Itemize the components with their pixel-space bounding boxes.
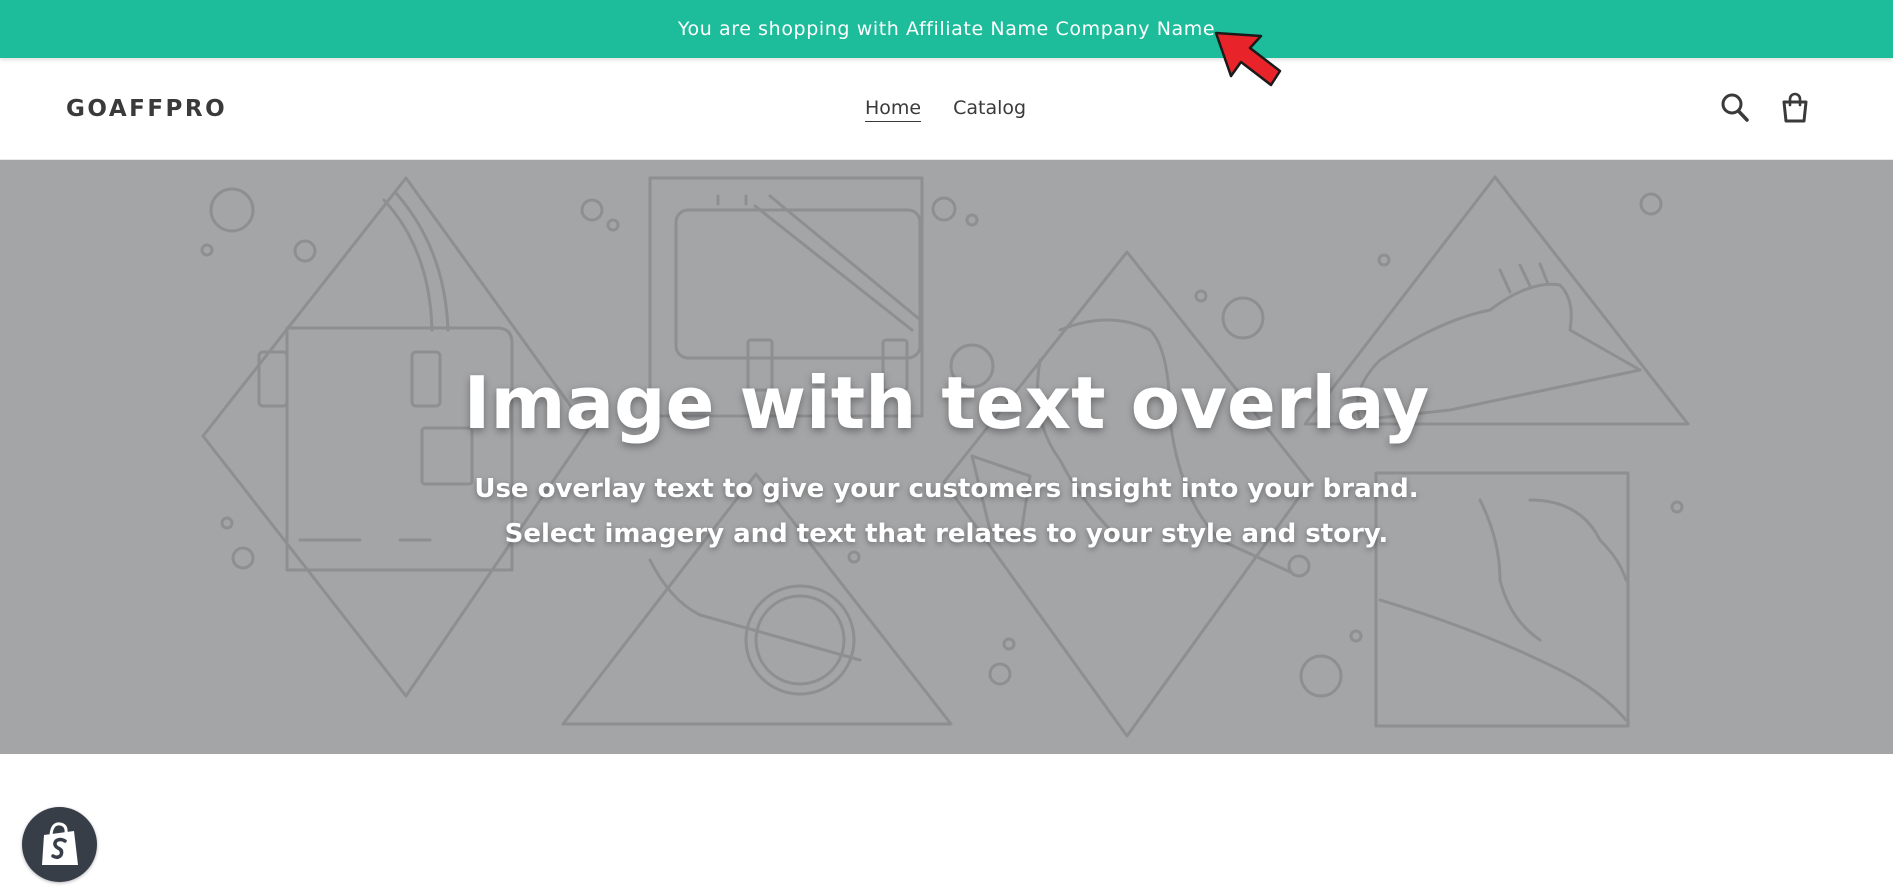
- hero-subtitle-line1: Use overlay text to give your customers …: [474, 474, 1419, 504]
- shopify-badge-button[interactable]: [22, 807, 97, 882]
- site-header: GOAFFPRO Home Catalog: [0, 58, 1893, 160]
- hero-title: Image with text overlay: [463, 361, 1430, 445]
- cart-icon: [1782, 92, 1808, 123]
- store-logo[interactable]: GOAFFPRO: [66, 96, 227, 122]
- shopify-bag-icon: [41, 821, 78, 865]
- cart-button[interactable]: [1780, 92, 1810, 128]
- search-button[interactable]: [1720, 92, 1750, 128]
- hero-subtitle: Use overlay text to give your customers …: [474, 467, 1418, 557]
- main-nav: Home Catalog: [865, 97, 1026, 122]
- hero-banner: Image with text overlay Use overlay text…: [0, 160, 1893, 754]
- nav-home[interactable]: Home: [865, 97, 922, 122]
- search-icon: [1721, 93, 1749, 122]
- nav-catalog[interactable]: Catalog: [953, 97, 1026, 122]
- hero-content: Image with text overlay Use overlay text…: [0, 160, 1893, 754]
- announcement-text: You are shopping with Affiliate Name Com…: [677, 18, 1216, 40]
- announcement-bar: You are shopping with Affiliate Name Com…: [0, 0, 1893, 58]
- red-arrow-icon: [1214, 31, 1282, 87]
- hero-subtitle-line2: Select imagery and text that relates to …: [504, 519, 1389, 549]
